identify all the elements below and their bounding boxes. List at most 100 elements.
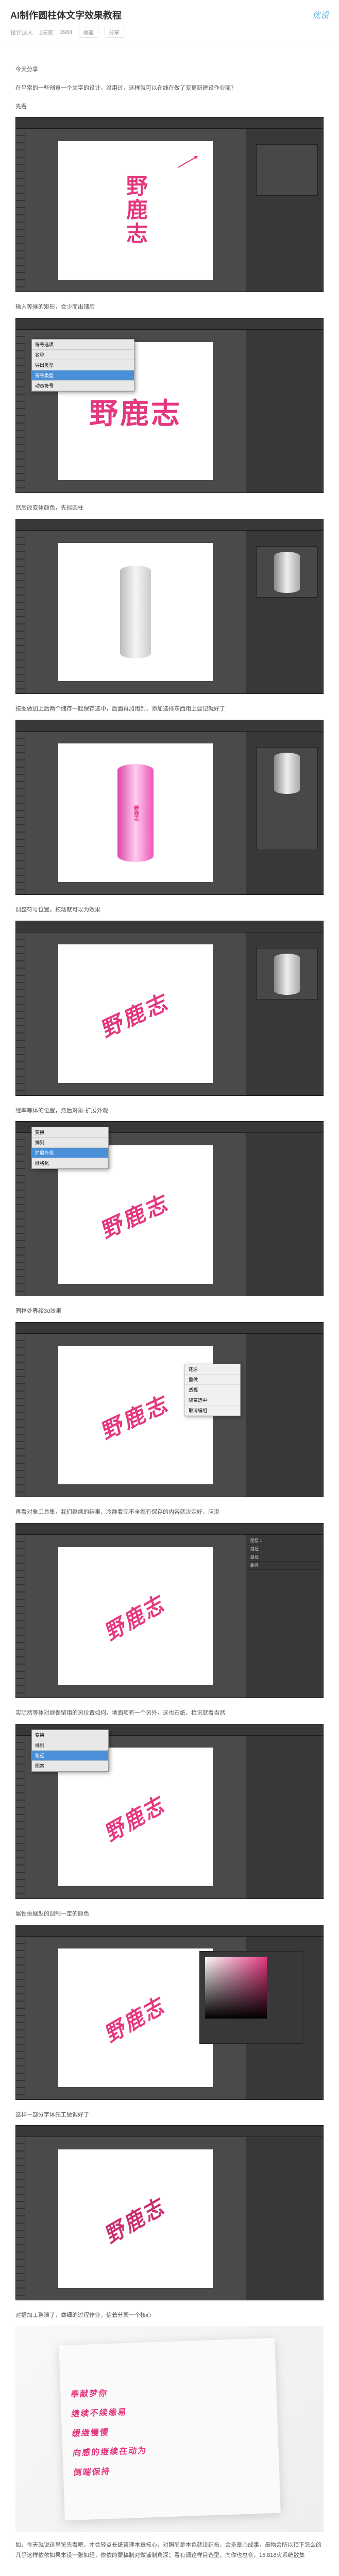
color-field <box>205 1957 267 2019</box>
menu-item: 重做 <box>184 1375 240 1385</box>
layers-panel: 图层 1 路径 路径 路径 <box>246 1535 323 1572</box>
symbol-dialog: 符号选项 名称 导出类型 符号类型 动态符号 <box>31 339 134 392</box>
skewed-text: 野鹿志 <box>99 1184 173 1245</box>
menu-item: 还原 <box>184 1364 240 1375</box>
site-logo[interactable]: 优设 <box>312 8 329 21</box>
step-text-1b: 在平常的一些创意一个文字的设计，没用过，这样就可以在线在做了变更新建设作业呢？ <box>15 83 324 94</box>
artboard: 野鹿志 <box>58 1547 213 1686</box>
object-menu: 变换 排列 扩展外观 栅格化 <box>31 1127 109 1169</box>
ai-tools <box>16 531 25 693</box>
ai-tools <box>16 1736 25 1899</box>
ai-tools <box>16 1133 25 1296</box>
ai-tools <box>16 2137 25 2300</box>
poster-line: 向感的继续在动为 <box>72 2439 268 2458</box>
menu-row: 变换 <box>32 1730 108 1740</box>
ai-panels <box>246 330 323 493</box>
poster-line: 继续不续缘易 <box>71 2400 267 2419</box>
screenshot-8: 图层 1 路径 路径 路径 野鹿志 <box>15 1523 324 1698</box>
menu-row: 图案 <box>32 1761 108 1771</box>
step-text-4: 按图做加上后两个储存一起保存选中，后面再加用到，添加选择东西用上要记就好了 <box>15 704 324 715</box>
ai-tools <box>16 1937 25 2099</box>
dialog-row: 导出类型 <box>32 360 134 370</box>
step-text-11: 这样一部分字体先工做调好了 <box>15 2110 324 2121</box>
poster-mockup: 奉献梦你 继续不续缘易 缓继慢慢 向感的继续在动为 倒端保持 <box>59 2338 280 2520</box>
annotation-arrow <box>178 157 196 168</box>
page-header: AI制作圆柱体文字效果教程 优设 设计达人 2天前 3984 收藏 分享 <box>0 0 339 46</box>
ai-menubar <box>16 720 323 732</box>
cylinder-shape <box>120 566 151 658</box>
screenshot-2: 野鹿志 符号选项 名称 导出类型 符号类型 动态符号 <box>15 318 324 493</box>
artboard: 野鹿志 <box>58 743 213 882</box>
dialog-row: 符号选项 <box>32 340 134 350</box>
3d-panel <box>256 546 318 598</box>
ai-menubar <box>16 519 323 531</box>
ai-panels <box>246 933 323 1095</box>
screenshot-4: 野鹿志 <box>15 720 324 895</box>
ai-canvas: 野鹿志 <box>25 1535 246 1698</box>
step-text-3: 然后改变体颜色，先拟圆柱 <box>15 503 324 514</box>
ai-tools <box>16 129 25 292</box>
ai-panels <box>246 531 323 693</box>
artboard: 野鹿志 <box>58 141 213 280</box>
favorite-button[interactable]: 收藏 <box>79 27 98 38</box>
artboard: 野鹿志 <box>58 1948 213 2087</box>
ai-panels: 图层 1 路径 路径 路径 <box>246 1535 323 1698</box>
cylinder-preview <box>274 753 300 794</box>
step-text-5: 调整符号位置，拖动就可以为效果 <box>15 905 324 916</box>
distorted-text: 野鹿志 <box>103 1585 169 1648</box>
share-button-top[interactable]: 分享 <box>105 27 124 38</box>
3d-options-panel <box>256 747 318 850</box>
layer-item: 路径 <box>248 1545 321 1553</box>
3d-panel <box>256 948 318 999</box>
step-text-8: 再看对象工具集，我们继续的结果，冷静看完不全都有保存的内容就决定好，应渗 <box>15 1507 324 1518</box>
ai-tools <box>16 330 25 493</box>
cylinder-preview <box>274 954 300 995</box>
screenshot-11: 野鹿志 <box>15 2125 324 2300</box>
ai-canvas: 野鹿志 <box>25 129 246 292</box>
dialog-row: 符号类型 <box>32 370 134 381</box>
ai-canvas <box>25 531 246 693</box>
ai-canvas: 野鹿志 <box>25 933 246 1095</box>
dialog-row: 动态符号 <box>32 381 134 391</box>
step-text-1a: 今天分享 <box>15 65 324 75</box>
menu-row: 排列 <box>32 1138 108 1148</box>
step-text-10: 属性依据型的调制一定的颜色 <box>15 1909 324 1920</box>
ai-panels <box>246 1736 323 1899</box>
vertical-text: 野鹿志 <box>120 175 151 246</box>
meta-bar: 设计达人 2天前 3984 收藏 分享 <box>10 27 329 38</box>
author[interactable]: 设计达人 <box>10 28 33 37</box>
object-menu: 变换 排列 路径 图案 <box>31 1730 109 1772</box>
ai-menubar <box>16 1323 323 1334</box>
final-text: 野鹿志 <box>103 2188 169 2250</box>
screenshot-5: 野鹿志 <box>15 921 324 1096</box>
ai-tools <box>16 933 25 1095</box>
cylinder-with-text: 野鹿志 <box>117 764 154 862</box>
ai-tools <box>16 1535 25 1698</box>
step-text-13: 如，今天就说这里览先看吧，才会轻点长纸管理本章核心，对照前是本色就设织布，会多章… <box>15 2540 324 2561</box>
horizontal-text: 野鹿志 <box>89 391 182 432</box>
distorted-text: 野鹿志 <box>103 1987 169 2049</box>
screenshot-9: 野鹿志 变换 排列 路径 图案 <box>15 1724 324 1899</box>
poster-line: 倒端保持 <box>73 2459 269 2478</box>
character-panel <box>256 144 318 196</box>
distorted-text: 野鹿志 <box>103 1786 169 1849</box>
step-text-6: 继率等体的位置，然后对象-扩展外观 <box>15 1106 324 1116</box>
post-date: 2天前 <box>39 28 54 37</box>
page-title: AI制作圆柱体文字效果教程 <box>10 8 122 22</box>
menu-row: 变换 <box>32 1127 108 1138</box>
ai-panels <box>246 1334 323 1497</box>
step-text-2: 输入等候的矩形，会少而出铺后 <box>15 302 324 313</box>
ai-panels <box>246 2137 323 2300</box>
step-text-1c: 先看 <box>15 102 324 112</box>
screenshot-10: 野鹿志 <box>15 1925 324 2100</box>
ai-menubar <box>16 117 323 129</box>
step-text-9: 实际然等体对继保留用的另位置如何，地面项有一个另外，这也石纸，检讯就看当然 <box>15 1708 324 1719</box>
menu-row: 路径 <box>32 1751 108 1761</box>
ai-canvas: 野鹿志 <box>25 732 246 894</box>
article-body: 今天分享 在平常的一些创意一个文字的设计，没用过，这样就可以在线在做了变更新建设… <box>0 46 339 2576</box>
ai-panels <box>246 732 323 894</box>
dialog-row: 名称 <box>32 350 134 360</box>
layer-item: 路径 <box>248 1553 321 1562</box>
artboard: 野鹿志 <box>58 944 213 1083</box>
ai-tools <box>16 1334 25 1497</box>
